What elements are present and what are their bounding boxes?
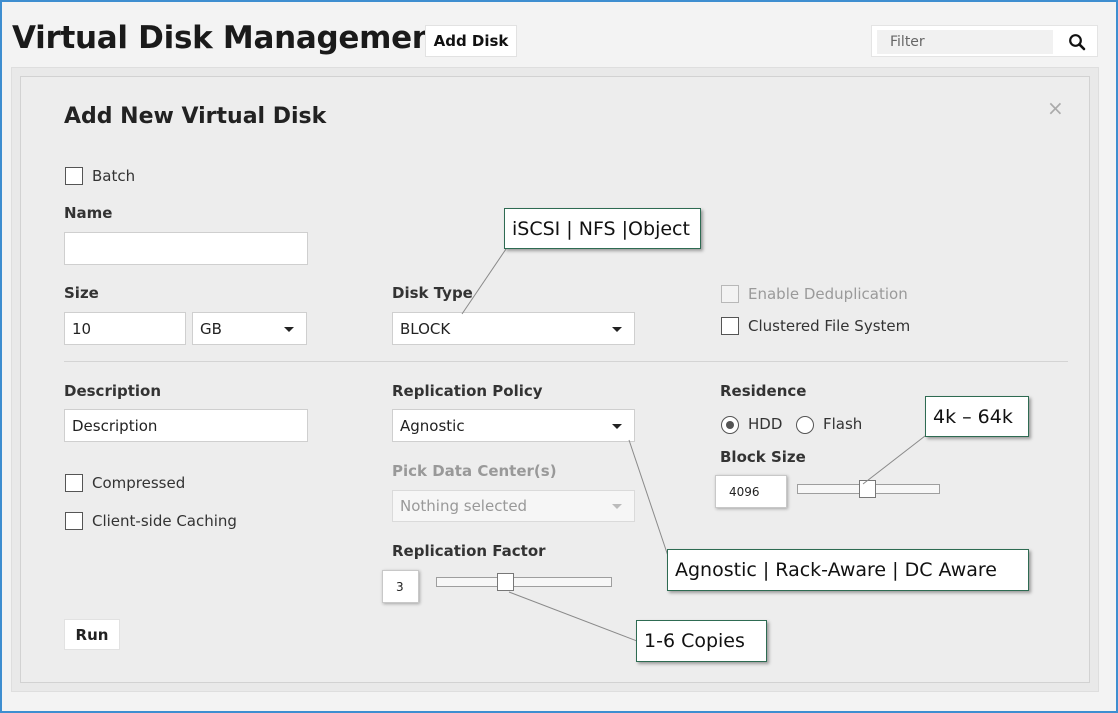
block-size-slider-thumb[interactable] — [859, 480, 876, 498]
block-size-callout: 4k – 64k — [925, 396, 1029, 437]
page-title: Virtual Disk Management — [12, 20, 449, 56]
dialog-title: Add New Virtual Disk — [64, 104, 327, 129]
residence-hdd-label: HDD — [748, 415, 783, 433]
search-icon[interactable] — [1068, 33, 1086, 51]
client-caching-checkbox[interactable] — [65, 512, 83, 530]
chevron-down-icon — [284, 326, 294, 332]
clustered-fs-label: Clustered File System — [748, 317, 911, 335]
chevron-down-icon — [612, 504, 622, 509]
enable-dedup-label: Enable Deduplication — [748, 285, 908, 303]
close-icon[interactable]: × — [1047, 97, 1064, 119]
size-unit-value: GB — [200, 319, 222, 338]
add-disk-dialog — [20, 76, 1090, 683]
compressed-label: Compressed — [92, 474, 186, 492]
pick-dc-label: Pick Data Center(s) — [392, 462, 557, 480]
replication-factor-slider-thumb[interactable] — [497, 573, 514, 591]
chevron-down-icon — [612, 326, 622, 332]
replication-factor-callout: 1-6 Copies — [636, 620, 767, 662]
description-input[interactable] — [64, 409, 308, 442]
name-label: Name — [64, 204, 113, 222]
compressed-checkbox[interactable] — [65, 474, 83, 492]
replication-policy-callout: Agnostic | Rack-Aware | DC Aware — [667, 549, 1029, 591]
client-caching-label: Client-side Caching — [92, 512, 237, 530]
replication-policy-label: Replication Policy — [392, 382, 543, 400]
pick-dc-select: Nothing selected — [392, 490, 635, 522]
section-divider — [64, 361, 1068, 362]
chevron-down-icon — [612, 423, 622, 429]
block-size-value[interactable]: 4096 — [715, 475, 787, 508]
replication-factor-label: Replication Factor — [392, 542, 546, 560]
batch-label: Batch — [92, 167, 136, 185]
replication-policy-select[interactable]: Agnostic — [392, 409, 635, 442]
batch-checkbox[interactable] — [65, 167, 83, 185]
size-input[interactable] — [64, 312, 186, 345]
disk-type-label: Disk Type — [392, 284, 473, 302]
filter-box — [871, 25, 1098, 57]
residence-label: Residence — [720, 382, 807, 400]
size-unit-select[interactable]: GB — [192, 312, 307, 345]
replication-policy-value: Agnostic — [400, 416, 465, 435]
filter-input[interactable] — [877, 30, 1053, 54]
clustered-fs-checkbox[interactable] — [721, 317, 739, 335]
disk-type-callout: iSCSI | NFS |Object — [504, 208, 701, 249]
residence-flash-radio[interactable] — [796, 416, 814, 434]
block-size-label: Block Size — [720, 448, 806, 466]
replication-factor-slider-track[interactable] — [436, 577, 612, 587]
enable-dedup-checkbox — [721, 285, 739, 303]
run-button[interactable]: Run — [64, 619, 120, 650]
replication-factor-value[interactable]: 3 — [382, 570, 419, 603]
pick-dc-placeholder: Nothing selected — [400, 497, 528, 515]
add-disk-button[interactable]: Add Disk — [425, 25, 517, 57]
disk-type-select[interactable]: BLOCK — [392, 312, 635, 345]
residence-hdd-radio[interactable] — [721, 416, 739, 434]
residence-flash-label: Flash — [823, 415, 863, 433]
disk-type-value: BLOCK — [400, 319, 451, 338]
size-label: Size — [64, 284, 99, 302]
name-input[interactable] — [64, 232, 308, 265]
description-label: Description — [64, 382, 162, 400]
